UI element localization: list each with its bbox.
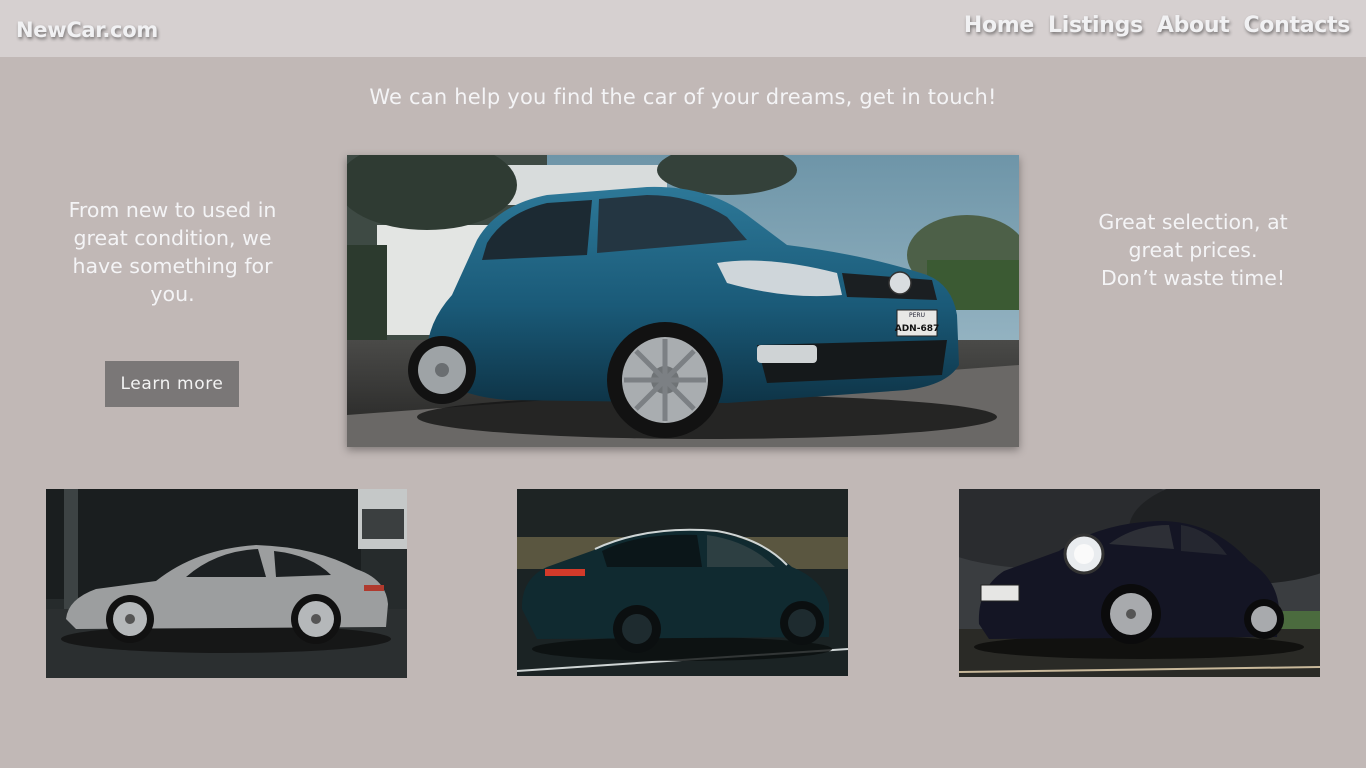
navbar: NewCar.com Home Listings About Contacts xyxy=(0,0,1366,57)
hero-plate: ADN-687 xyxy=(895,324,940,334)
nav-contacts-link[interactable]: Contacts xyxy=(1243,13,1350,38)
dark-hatchback-image xyxy=(959,489,1320,677)
learn-more-button[interactable]: Learn more xyxy=(105,361,239,407)
nav-about-link[interactable]: About xyxy=(1157,13,1230,38)
hero-plate-top: PERU xyxy=(909,312,925,319)
nav-listings-link[interactable]: Listings xyxy=(1048,13,1143,38)
left-promo-text: From new to used in great condition, we … xyxy=(68,198,277,306)
right-promo-line-1: Great selection, at great prices. xyxy=(1098,210,1288,262)
dark-suv-image xyxy=(517,489,848,676)
hero-car-image: PERU ADN-687 xyxy=(347,155,1019,447)
brand-logo-link[interactable]: NewCar.com xyxy=(16,18,158,42)
tagline: We can help you find the car of your dre… xyxy=(369,85,997,109)
main-nav: Home Listings About Contacts xyxy=(964,13,1350,38)
right-promo-line-2: Don’t waste time! xyxy=(1100,266,1286,290)
silver-coupe-image xyxy=(46,489,407,678)
nav-home-link[interactable]: Home xyxy=(964,13,1034,38)
right-promo-text: Great selection, at great prices. Don’t … xyxy=(1070,208,1316,292)
